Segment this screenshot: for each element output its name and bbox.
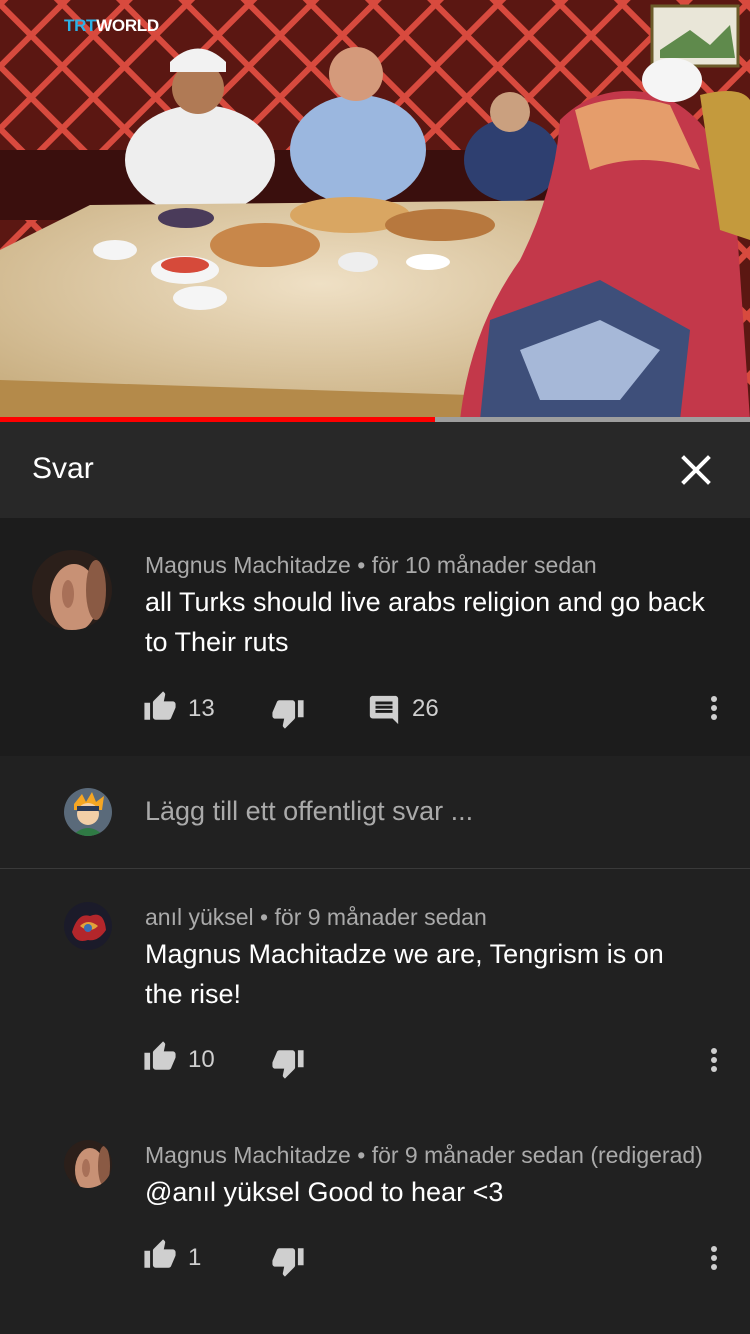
close-button[interactable]	[674, 448, 718, 492]
avatar-image	[64, 902, 112, 950]
thumbs-down-icon	[272, 700, 304, 729]
comment-meta: Magnus Machitadze • för 9 månader sedan …	[145, 1142, 703, 1168]
avatar-image	[64, 1140, 112, 1188]
comment-time: för 9 månader sedan (redigerad)	[371, 1142, 703, 1168]
thumbs-down-icon	[272, 1050, 304, 1079]
dislike-button[interactable]	[271, 1244, 305, 1278]
comment-time: för 10 månader sedan	[371, 552, 597, 578]
comment-text: Magnus Machitadze we are, Tengrism is on…	[145, 939, 664, 1009]
user-avatar[interactable]	[64, 788, 112, 836]
reply-count: 26	[412, 695, 439, 722]
like-button[interactable]	[143, 1238, 177, 1272]
avatar[interactable]	[64, 1140, 112, 1188]
like-count: 10	[188, 1046, 215, 1073]
replies-header: Svar	[0, 422, 750, 519]
avatar[interactable]	[64, 902, 112, 950]
dislike-button[interactable]	[271, 696, 305, 730]
thumbs-down-icon	[272, 1248, 304, 1277]
like-count: 13	[188, 695, 215, 722]
comment-meta: anıl yüksel • för 9 månader sedan	[145, 904, 487, 930]
user-avatar-image	[64, 788, 112, 836]
comment-text: all Turks should live arabs religion and…	[145, 587, 705, 657]
like-button[interactable]	[143, 1040, 177, 1074]
avatar-image	[32, 550, 112, 630]
like-count: 1	[188, 1244, 202, 1271]
channel-watermark: TRTWORLD	[64, 16, 159, 35]
comment-author[interactable]: Magnus Machitadze	[145, 1142, 351, 1168]
thumbs-up-icon	[144, 691, 176, 720]
dislike-button[interactable]	[271, 1046, 305, 1080]
more-options-button[interactable]	[704, 1040, 724, 1080]
comment-icon	[369, 695, 399, 725]
comment-author[interactable]: Magnus Machitadze	[145, 552, 351, 578]
more-options-button[interactable]	[704, 1238, 724, 1278]
comment-author[interactable]: anıl yüksel	[145, 904, 254, 930]
avatar[interactable]	[32, 550, 112, 630]
comment-text: @anıl yüksel Good to hear <3	[145, 1177, 504, 1207]
video-frame	[0, 0, 750, 420]
comment-time: för 9 månader sedan	[274, 904, 487, 930]
reply-button[interactable]	[367, 693, 401, 727]
replies-title: Svar	[32, 452, 94, 485]
video-player[interactable]: TRTWORLD	[0, 0, 750, 420]
comment-meta: Magnus Machitadze • för 10 månader sedan	[145, 552, 597, 578]
close-icon	[681, 455, 711, 485]
add-reply-box: Lägg till ett offentligt svar ...	[0, 756, 750, 869]
more-options-button[interactable]	[704, 688, 724, 728]
like-button[interactable]	[143, 690, 177, 724]
thumbs-up-icon	[144, 1239, 176, 1268]
parent-comment: Magnus Machitadze • för 10 månader sedan…	[0, 518, 750, 756]
thumbs-up-icon	[144, 1041, 176, 1070]
reply-input[interactable]: Lägg till ett offentligt svar ...	[145, 796, 473, 827]
